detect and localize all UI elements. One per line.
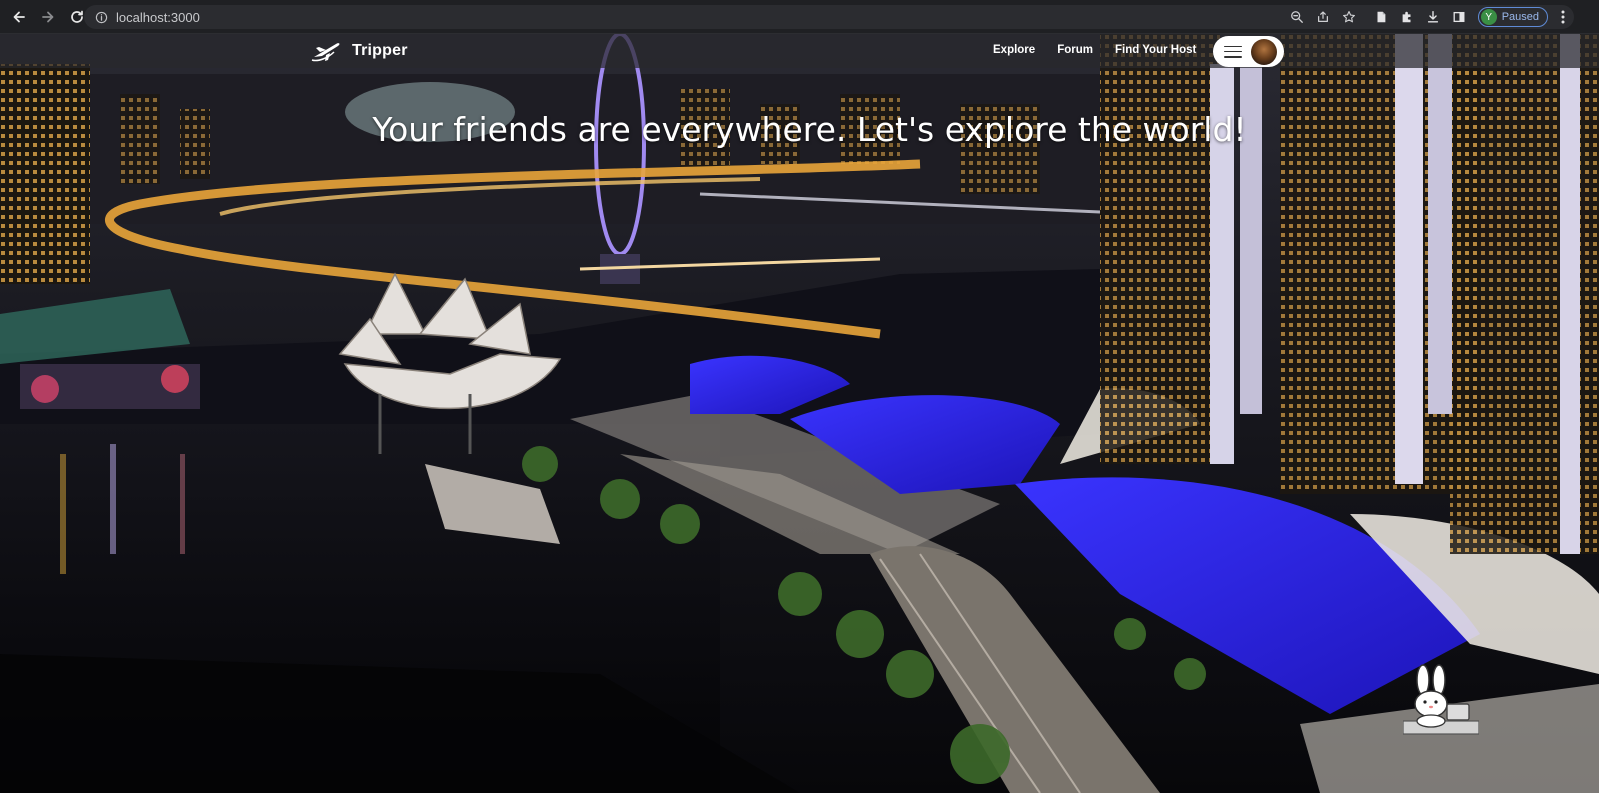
profile-avatar: Y [1480, 9, 1497, 25]
download-icon[interactable] [1420, 5, 1446, 29]
bunny-mascot-icon [1403, 664, 1479, 735]
nav-explore[interactable]: Explore [993, 44, 1035, 56]
omnibox-actions: Y Paused [1284, 5, 1574, 29]
airplane-logo-icon [311, 43, 340, 62]
share-icon[interactable] [1310, 5, 1336, 29]
back-button[interactable] [6, 4, 32, 30]
brand[interactable]: Tripper [310, 38, 408, 64]
reload-icon [71, 10, 83, 23]
url-text[interactable]: localhost:3000 [116, 10, 200, 25]
brand-name[interactable]: Tripper [352, 42, 408, 60]
info-icon[interactable] [90, 11, 112, 24]
hamburger-menu-icon [1224, 45, 1242, 58]
star-icon[interactable] [1336, 5, 1362, 29]
back-icon [13, 11, 25, 22]
user-avatar [1251, 38, 1277, 65]
kebab-menu-icon[interactable] [1552, 10, 1574, 24]
nav-find-your-host[interactable]: Find Your Host [1115, 44, 1196, 56]
hero-headline: Your friends are everywhere. Let's explo… [372, 110, 1247, 149]
forward-icon [42, 11, 54, 22]
extensions-icon[interactable] [1394, 5, 1420, 29]
user-menu-button[interactable] [1213, 36, 1284, 67]
profile-button[interactable]: Y Paused [1477, 7, 1548, 27]
side-panel-icon[interactable] [1446, 5, 1472, 29]
site-navbar: Tripper Explore Forum Find Your Host [0, 34, 1599, 68]
profile-status: Paused [1501, 11, 1539, 23]
reading-list-icon[interactable] [1368, 5, 1394, 29]
zoom-icon[interactable] [1284, 5, 1310, 29]
forward-button[interactable] [35, 4, 61, 30]
main-nav: Explore Forum Find Your Host [993, 44, 1218, 56]
browser-toolbar: localhost:3000 Y Paused [0, 0, 1599, 34]
nav-forum[interactable]: Forum [1057, 44, 1093, 56]
address-bar[interactable]: localhost:3000 Y Paused [84, 5, 1574, 29]
